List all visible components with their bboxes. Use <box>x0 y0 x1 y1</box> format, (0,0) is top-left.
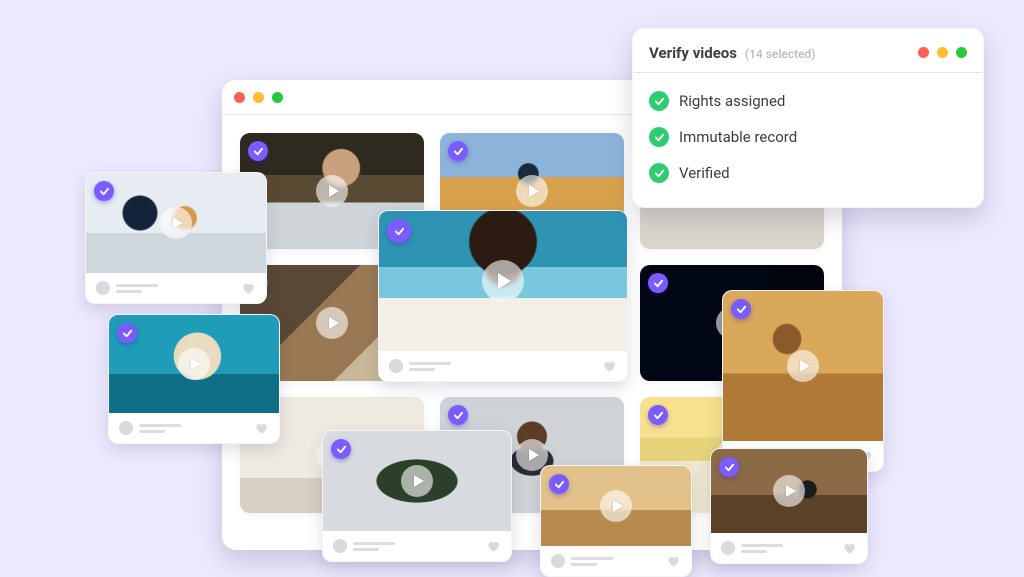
panel-maximize-dot[interactable] <box>956 47 967 58</box>
play-icon[interactable] <box>401 465 433 497</box>
play-icon[interactable] <box>178 348 210 380</box>
video-card-featured[interactable] <box>378 210 628 382</box>
avatar <box>551 554 565 568</box>
verify-check-row: Verified <box>649 155 967 191</box>
check-badge <box>731 299 751 319</box>
play-icon[interactable] <box>482 260 524 302</box>
verify-panel-title: Verify videos <box>649 44 737 62</box>
check-badge <box>387 219 411 243</box>
heart-icon[interactable] <box>601 359 617 373</box>
play-icon[interactable] <box>316 175 348 207</box>
verify-check-label: Rights assigned <box>679 92 785 110</box>
window-close-dot[interactable] <box>234 92 245 103</box>
card-meta <box>711 533 867 563</box>
heart-icon[interactable] <box>665 554 681 568</box>
check-badge <box>448 405 468 425</box>
heart-icon[interactable] <box>485 539 501 553</box>
check-badge <box>248 141 268 161</box>
panel-close-dot[interactable] <box>918 47 929 58</box>
card-meta <box>323 531 511 561</box>
avatar <box>119 421 133 435</box>
verify-check-row: Rights assigned <box>649 83 967 119</box>
play-icon[interactable] <box>316 307 348 339</box>
verify-panel-body: Rights assigned Immutable record Verifie… <box>633 73 983 207</box>
video-card[interactable] <box>540 465 692 577</box>
avatar <box>333 539 347 553</box>
verify-panel-header: Verify videos (14 selected) <box>633 29 983 73</box>
video-card[interactable] <box>710 448 868 564</box>
video-card[interactable] <box>85 172 267 304</box>
window-minimize-dot[interactable] <box>253 92 264 103</box>
play-icon[interactable] <box>516 175 548 207</box>
card-meta <box>86 273 266 303</box>
check-icon <box>649 91 669 111</box>
video-card[interactable] <box>322 430 512 562</box>
check-badge <box>648 273 668 293</box>
check-badge <box>549 474 569 494</box>
play-icon[interactable] <box>600 490 632 522</box>
card-meta <box>541 546 691 576</box>
verify-check-row: Immutable record <box>649 119 967 155</box>
verify-check-label: Immutable record <box>679 128 797 146</box>
check-badge <box>719 457 739 477</box>
video-card[interactable] <box>722 290 884 472</box>
card-meta <box>109 413 279 443</box>
check-icon <box>649 163 669 183</box>
avatar <box>96 281 110 295</box>
video-card[interactable] <box>108 314 280 444</box>
play-icon[interactable] <box>787 350 819 382</box>
check-icon <box>649 127 669 147</box>
verify-panel-subtitle: (14 selected) <box>745 47 816 61</box>
play-icon[interactable] <box>773 475 805 507</box>
check-badge <box>117 323 137 343</box>
verify-check-label: Verified <box>679 164 730 182</box>
check-badge <box>648 405 668 425</box>
check-badge <box>331 439 351 459</box>
check-badge <box>94 181 114 201</box>
panel-minimize-dot[interactable] <box>937 47 948 58</box>
window-maximize-dot[interactable] <box>272 92 283 103</box>
heart-icon[interactable] <box>841 541 857 555</box>
avatar <box>389 359 403 373</box>
avatar <box>721 541 735 555</box>
verify-panel: Verify videos (14 selected) Rights assig… <box>632 28 984 208</box>
play-icon[interactable] <box>160 207 192 239</box>
card-meta <box>379 351 627 381</box>
heart-icon[interactable] <box>253 421 269 435</box>
heart-icon[interactable] <box>240 281 256 295</box>
check-badge <box>448 141 468 161</box>
